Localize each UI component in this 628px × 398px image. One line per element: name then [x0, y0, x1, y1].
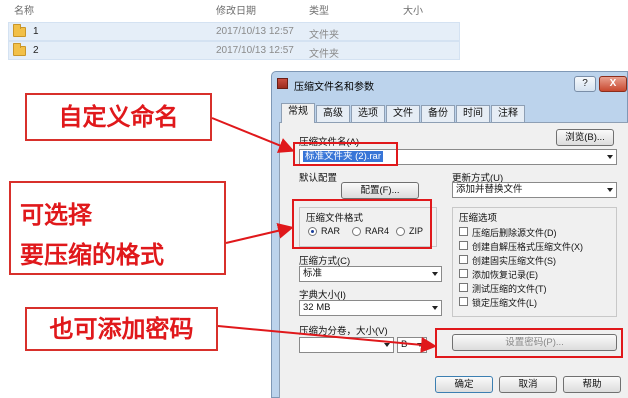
- callout-custom-name-text: 自定义命名: [58, 103, 179, 131]
- callout-password: 也可添加密码: [25, 307, 218, 351]
- tab-general[interactable]: 常规: [281, 103, 315, 123]
- callout-choose-format-line2: 要压缩的格式: [20, 241, 164, 269]
- callout-password-text: 也可添加密码: [49, 315, 194, 343]
- arrow-to-format-group: [225, 222, 294, 244]
- arrow-to-archive-name: [211, 117, 295, 153]
- callout-choose-format-line1: 可选择: [20, 201, 92, 229]
- callout-custom-name: 自定义命名: [25, 93, 212, 141]
- callout-choose-format: 可选择 要压缩的格式: [9, 181, 226, 275]
- arrow-to-password: [217, 325, 437, 353]
